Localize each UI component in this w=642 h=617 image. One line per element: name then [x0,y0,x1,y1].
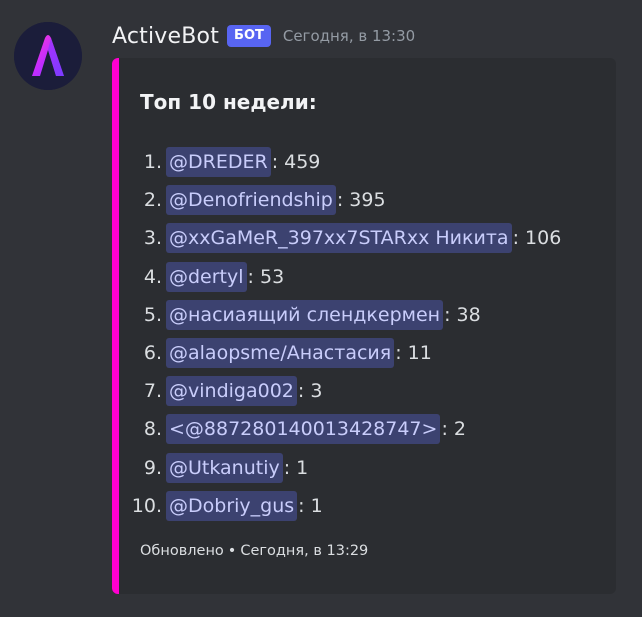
rank-number: 9. [143,456,162,479]
username[interactable]: ActiveBot [112,24,219,49]
score: : 395 [336,189,386,212]
user-mention[interactable]: @xxGaMeR_397xx7STARxx Никита [166,223,512,254]
user-mention[interactable]: @DREDER [166,147,271,178]
embed-footer: Обновлено • Сегодня, в 13:29 [140,543,368,559]
rank-number: 2. [143,189,162,212]
score: : 11 [395,342,432,365]
list-item: 3. @xxGaMeR_397xx7STARxx Никита : 106 [112,219,561,257]
chat-message: ActiveBot БОТ Сегодня, в 13:30 Топ 10 не… [0,0,642,617]
embed: Топ 10 недели: 1. @DREDER : 459 2. @Deno… [112,58,616,594]
rank-number: 4. [143,265,162,288]
list-item: 5. @насиаящий слендкермен : 38 [112,296,561,334]
list-item: 6. @alaopsme/Анастасия : 11 [112,334,561,372]
list-item: 7. @vindiga002 : 3 [112,372,561,410]
score: : 53 [247,265,285,288]
leaderboard-list: 1. @DREDER : 459 2. @Denofriendship : 39… [112,143,561,525]
bot-avatar[interactable] [14,22,82,90]
message-header: ActiveBot БОТ Сегодня, в 13:30 [112,20,415,52]
score: : 106 [512,227,562,250]
list-item: 8. <@887280140013428747> : 2 [112,410,561,448]
embed-title: Топ 10 недели: [140,90,317,114]
user-mention[interactable]: @vindiga002 [166,376,297,407]
footer-text: Обновлено [140,543,224,559]
rank-number: 5. [143,303,162,326]
list-item: 2. @Denofriendship : 395 [112,181,561,219]
rank-number: 10. [131,494,162,517]
list-item: 10. @Dobriy_gus : 1 [112,487,561,525]
rank-number: 6. [143,342,162,365]
score: : 1 [298,494,323,517]
message-timestamp: Сегодня, в 13:30 [282,27,416,45]
rank-number: 8. [143,418,162,441]
activebot-logo-icon [14,22,82,90]
user-mention[interactable]: <@887280140013428747> [166,414,441,445]
rank-number: 1. [143,151,162,174]
footer-timestamp: Сегодня, в 13:29 [240,543,369,559]
list-item: 9. @Utkanutiy : 1 [112,449,561,487]
user-mention[interactable]: @alaopsme/Анастасия [166,338,395,369]
score: : 459 [271,151,321,174]
bot-tag: БОТ [227,25,271,47]
user-mention[interactable]: @dertyl [166,261,247,292]
footer-separator: • [227,543,237,559]
score: : 3 [297,380,323,403]
score: : 2 [441,418,466,441]
score: : 38 [444,303,481,326]
list-item: 1. @DREDER : 459 [112,143,561,181]
rank-number: 7. [143,380,162,403]
user-mention[interactable]: @Dobriy_gus [166,490,298,521]
user-mention[interactable]: @Denofriendship [166,185,336,216]
user-mention[interactable]: @насиаящий слендкермен [166,299,444,330]
score: : 1 [283,456,309,479]
rank-number: 3. [143,227,162,250]
user-mention[interactable]: @Utkanutiy [166,452,283,483]
list-item: 4. @dertyl : 53 [112,258,561,296]
